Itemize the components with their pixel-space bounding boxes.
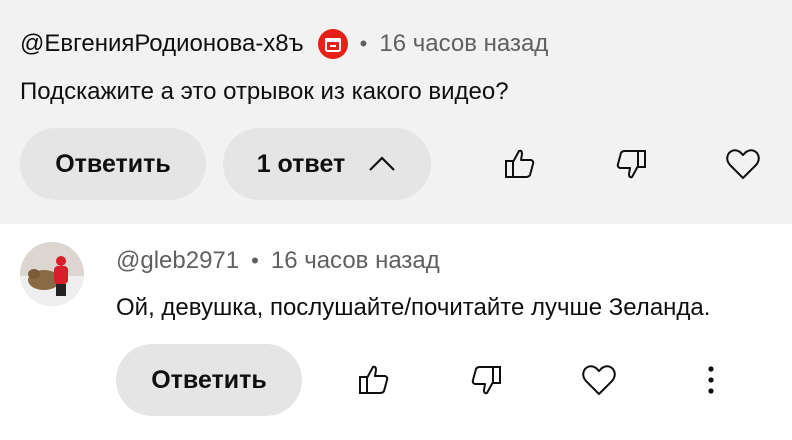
reply-button-label: Ответить: [151, 365, 267, 394]
more-options-button[interactable]: [687, 356, 735, 404]
chevron-up-icon: [367, 155, 397, 173]
reply-button[interactable]: Ответить: [116, 344, 302, 416]
reply-button-label: Ответить: [55, 149, 171, 178]
thumb-down-icon: [471, 366, 501, 395]
thumb-up-icon: [359, 365, 389, 394]
parent-comment-header: @ЕвгенияРодионова-х8ъ • 16 часов назад: [20, 26, 548, 62]
reply-comment-time[interactable]: 16 часов назад: [271, 247, 440, 275]
thumb-up-icon: [505, 149, 535, 178]
thumb-down-icon: [616, 150, 646, 179]
like-button[interactable]: [350, 356, 398, 404]
comments-section: @ЕвгенияРодионова-х8ъ • 16 часов назад П…: [0, 0, 792, 440]
replies-count-label: 1 ответ: [256, 149, 346, 178]
more-vert-icon: [708, 366, 714, 394]
heart-button[interactable]: [575, 356, 623, 404]
heart-icon: [582, 365, 616, 395]
toggle-replies-button[interactable]: 1 ответ: [223, 128, 431, 200]
parent-comment-text: Подскажите а это отрывок из какого видео…: [20, 78, 509, 105]
gift-icon[interactable]: [317, 29, 348, 59]
reply-comment-header: @gleb2971 • 16 часов назад: [116, 243, 440, 279]
separator-dot: •: [359, 31, 368, 56]
heart-icon: [726, 149, 760, 179]
reply-comment-text: Ой, девушка, послушайте/почитайте лучше …: [116, 294, 711, 321]
like-button[interactable]: [496, 140, 544, 188]
separator-dot: •: [251, 248, 259, 273]
avatar[interactable]: [20, 242, 84, 306]
parent-comment: @ЕвгенияРодионова-х8ъ • 16 часов назад П…: [0, 0, 792, 224]
dislike-button[interactable]: [462, 356, 510, 404]
heart-button[interactable]: [719, 140, 767, 188]
parent-comment-time[interactable]: 16 часов назад: [379, 30, 548, 58]
parent-author-name[interactable]: @ЕвгенияРодионова-х8ъ: [20, 30, 304, 58]
reply-author-name[interactable]: @gleb2971: [116, 247, 239, 275]
dislike-button[interactable]: [607, 140, 655, 188]
reply-button[interactable]: Ответить: [20, 128, 206, 200]
